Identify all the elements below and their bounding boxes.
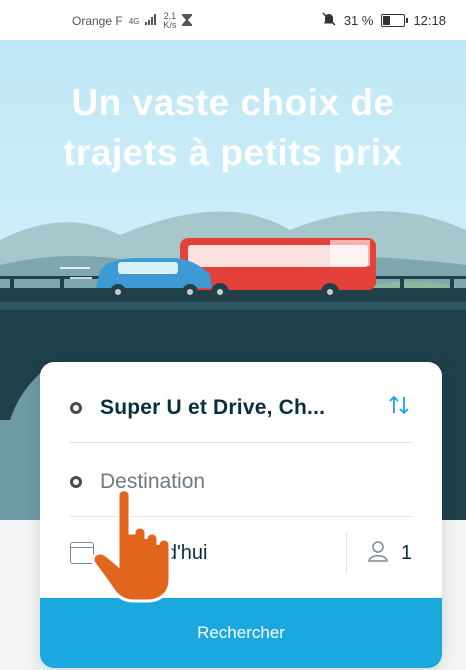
clock: 12:18 xyxy=(413,13,446,28)
network-type: 4G xyxy=(128,16,140,26)
divider xyxy=(70,442,412,443)
departure-value: Super U et Drive, Ch... xyxy=(100,396,326,419)
search-button[interactable]: Rechercher xyxy=(40,598,442,668)
battery-icon xyxy=(381,14,409,27)
speed-unit: K/s xyxy=(163,20,177,30)
status-bar: Orange F 4G 2,1 K/s 31 % 12:18 xyxy=(0,0,466,40)
departure-circle-icon xyxy=(70,402,82,414)
hourglass-icon xyxy=(182,13,193,29)
divider xyxy=(345,532,347,574)
network-speed: 2,1 K/s xyxy=(163,12,176,30)
carrier-label: Orange F xyxy=(72,14,123,28)
passenger-count[interactable]: 1 xyxy=(401,542,412,565)
swap-icon[interactable] xyxy=(386,393,412,423)
tap-hand-icon xyxy=(91,488,172,603)
hero-title-line2: trajets à petits prix xyxy=(63,132,403,173)
departure-field[interactable]: Super U et Drive, Ch... xyxy=(70,386,412,430)
battery-percent: 31 % xyxy=(343,13,374,28)
destination-circle-icon xyxy=(70,476,82,488)
person-icon[interactable] xyxy=(367,540,389,567)
signal-icon xyxy=(145,14,157,28)
mute-icon xyxy=(322,12,336,29)
hero-title-line1: Un vaste choix de xyxy=(71,82,395,123)
